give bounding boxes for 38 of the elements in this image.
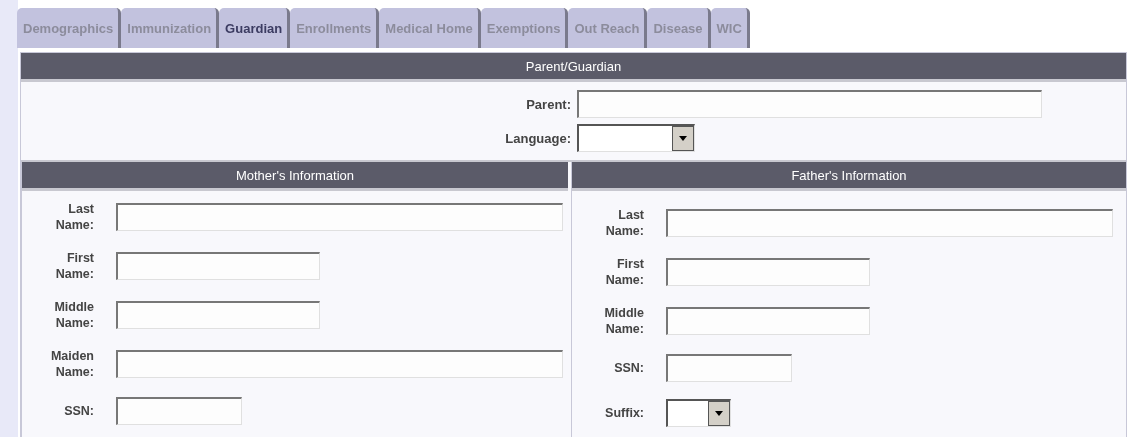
text-field[interactable]: [116, 203, 563, 231]
field-label: Language:: [504, 130, 572, 146]
field-label: Last Name:: [54, 201, 94, 233]
dropdown-select[interactable]: [577, 124, 695, 152]
field-label: SSN:: [613, 360, 644, 376]
field-label: Parent:: [525, 96, 572, 112]
tab[interactable]: Disease: [647, 8, 711, 48]
text-field[interactable]: [116, 350, 563, 378]
text-field[interactable]: [116, 301, 320, 329]
text-field[interactable]: [666, 307, 870, 335]
field-label: Middle Name:: [53, 299, 94, 331]
field-label: Last Name:: [604, 207, 644, 239]
field-label: SSN:: [63, 403, 94, 419]
section-header: Father's Information: [572, 162, 1126, 191]
tab[interactable]: Demographics: [17, 8, 122, 48]
tab[interactable]: Out Reach: [568, 8, 648, 48]
field-label: Maiden Name:: [49, 348, 94, 380]
tab[interactable]: Guardian: [219, 8, 291, 48]
text-field[interactable]: [666, 354, 792, 382]
text-field[interactable]: [666, 258, 870, 286]
dropdown-select[interactable]: [666, 399, 731, 427]
text-field[interactable]: [116, 252, 320, 280]
caret-icon: [679, 136, 687, 141]
tab[interactable]: Immunization: [121, 8, 220, 48]
field-label: First Name:: [604, 256, 644, 288]
field-label: Middle Name:: [603, 305, 644, 337]
field-label: First Name:: [54, 250, 94, 282]
caret-icon: [715, 411, 723, 416]
tab[interactable]: WIC: [710, 8, 750, 48]
tab[interactable]: Exemptions: [480, 8, 569, 48]
text-field[interactable]: [577, 90, 1042, 118]
section-header: Mother's Information: [22, 162, 568, 191]
field-label: Suffix:: [604, 405, 644, 421]
text-field[interactable]: [666, 209, 1113, 237]
tab[interactable]: Enrollments: [290, 8, 380, 48]
section-header: Parent/Guardian: [21, 53, 1126, 82]
tab[interactable]: Medical Home: [379, 8, 481, 48]
text-field[interactable]: [116, 397, 242, 425]
